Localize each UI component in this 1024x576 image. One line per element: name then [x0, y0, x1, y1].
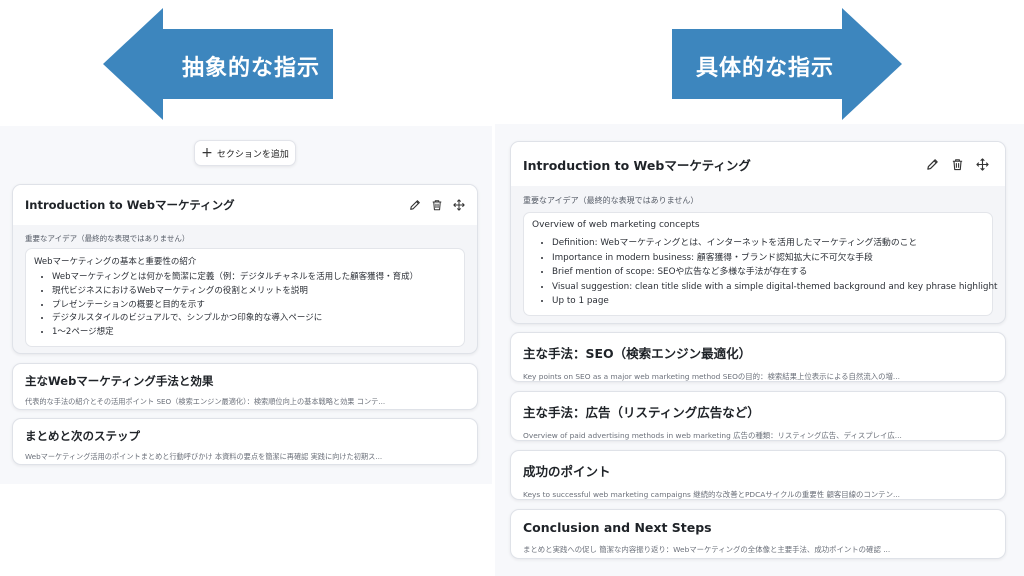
- section-actions: [926, 157, 989, 171]
- list-item: Webマーケティングとは何かを簡潔に定義（例：デジタルチャネルを活用した顧客獲得…: [52, 271, 456, 285]
- list-item: デジタルスタイルのビジュアルで、シンプルかつ印象的な導入ページに: [52, 312, 456, 326]
- section-title: 主な手法：SEO（検索エンジン最適化）: [523, 346, 752, 361]
- pencil-icon[interactable]: [926, 158, 939, 171]
- add-section-label: セクションを追加: [216, 149, 289, 160]
- section-card[interactable]: 主な手法：広告（リスティング広告など） Overview of paid adv…: [510, 391, 1006, 441]
- pencil-icon[interactable]: [409, 199, 421, 211]
- section-summary: Keys to successful web marketing campaig…: [523, 490, 901, 499]
- add-section-button[interactable]: + セクションを追加: [194, 140, 296, 166]
- section-title: Introduction to Webマーケティング: [25, 198, 235, 212]
- trash-icon[interactable]: [431, 199, 443, 211]
- list-item: Visual suggestion: clean title slide wit…: [552, 280, 998, 295]
- list-item: プレゼンテーションの概要と目的を示す: [52, 299, 456, 313]
- plus-icon: +: [201, 145, 213, 161]
- section-summary: まとめと実践への促し 簡潔な内容振り返り：Webマーケティングの全体像と主要手法…: [523, 545, 891, 554]
- section-summary: Webマーケティング活用のポイントまとめと行動呼びかけ 本資料の要点を簡潔に再確…: [25, 452, 383, 461]
- section-title: Conclusion and Next Steps: [523, 520, 712, 535]
- section-title: Introduction to Webマーケティング: [523, 157, 751, 173]
- move-icon[interactable]: [453, 199, 465, 211]
- move-icon[interactable]: [976, 157, 989, 171]
- abstract-instruction-label: 抽象的な指示: [182, 56, 321, 81]
- trash-icon[interactable]: [951, 158, 964, 171]
- key-ideas-label: 重要なアイデア（最終的な表現ではありません）: [523, 196, 699, 205]
- section-summary: Key points on SEO as a major web marketi…: [523, 372, 900, 381]
- section-summary: 代表的な手法の紹介とその活用ポイント SEO（検索エンジン最適化）：検索順位向上…: [25, 397, 386, 406]
- section-card[interactable]: Conclusion and Next Steps まとめと実践への促し 簡潔な…: [510, 509, 1006, 559]
- section-card-intro[interactable]: Introduction to Webマーケティング 重要なアイデア（最終的な表…: [510, 141, 1006, 324]
- section-title: 主なWebマーケティング手法と効果: [25, 374, 214, 388]
- list-item: Brief mention of scope: SEOや広告など多様な手法が存在…: [552, 265, 984, 280]
- key-ideas-list: Definition: Webマーケティングとは、インターネットを活用したマーケ…: [532, 236, 998, 309]
- key-ideas-list: Webマーケティングとは何かを簡潔に定義（例：デジタルチャネルを活用した顧客獲得…: [34, 271, 456, 340]
- key-ideas-box[interactable]: Overview of web marketing concepts Defin…: [523, 212, 998, 316]
- section-card[interactable]: 成功のポイント Keys to successful web marketing…: [510, 450, 1006, 500]
- list-item: 1〜2ページ想定: [52, 326, 456, 340]
- section-card[interactable]: まとめと次のステップ Webマーケティング活用のポイントまとめと行動呼びかけ 本…: [12, 418, 478, 465]
- list-item: Up to 1 page: [552, 294, 984, 309]
- section-card[interactable]: 主なWebマーケティング手法と効果 代表的な手法の紹介とその活用ポイント SEO…: [12, 363, 478, 410]
- section-actions: [409, 199, 465, 211]
- concrete-instruction-label: 具体的な指示: [696, 56, 835, 81]
- right-outline-panel: Introduction to Webマーケティング 重要なアイデア（最終的な表…: [495, 124, 1024, 576]
- key-ideas-title: Webマーケティングの基本と重要性の紹介: [34, 257, 197, 267]
- section-title: 成功のポイント: [523, 464, 611, 479]
- left-outline-panel: + セクションを追加 Introduction to Webマーケティング 重要…: [0, 126, 492, 484]
- key-ideas-label: 重要なアイデア（最終的な表現ではありません）: [25, 234, 190, 243]
- list-item: Definition: Webマーケティングとは、インターネットを活用したマーケ…: [552, 236, 984, 251]
- section-title: まとめと次のステップ: [25, 429, 140, 443]
- list-item: Importance in modern business: 顧客獲得・ブランド…: [552, 251, 984, 266]
- section-card[interactable]: 主な手法：SEO（検索エンジン最適化） Key points on SEO as…: [510, 332, 1006, 382]
- section-title: 主な手法：広告（リスティング広告など）: [523, 405, 760, 420]
- section-card-header: Introduction to Webマーケティング: [511, 142, 1005, 186]
- key-ideas-box[interactable]: Webマーケティングの基本と重要性の紹介 Webマーケティングとは何かを簡潔に定…: [25, 248, 465, 347]
- section-card-header: Introduction to Webマーケティング: [13, 185, 477, 225]
- section-card-intro[interactable]: Introduction to Webマーケティング 重要なアイデア（最終的な表…: [12, 184, 478, 354]
- list-item: 現代ビジネスにおけるWebマーケティングの役割とメリットを説明: [52, 285, 456, 299]
- key-ideas-title: Overview of web marketing concepts: [532, 220, 700, 230]
- section-summary: Overview of paid advertising methods in …: [523, 431, 902, 440]
